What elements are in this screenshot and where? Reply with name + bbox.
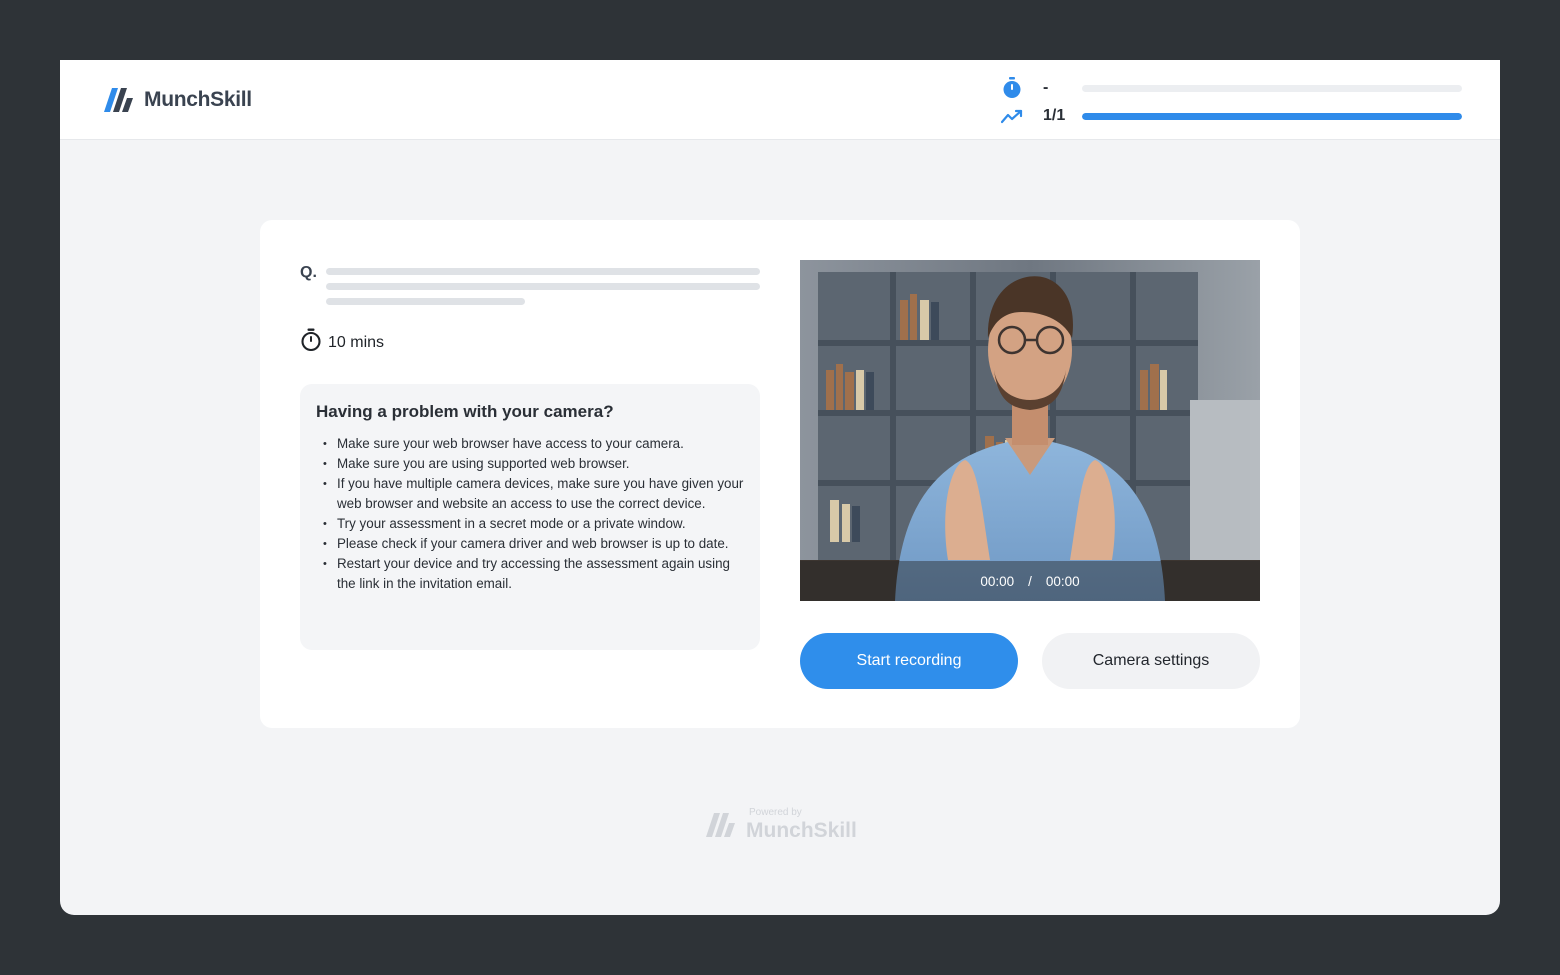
question-text: Q. [300, 264, 760, 305]
camera-feed-image [800, 260, 1260, 601]
current-time: 00:00 [980, 573, 1015, 589]
placeholder-line [326, 298, 525, 305]
timer-progress-row: - [1000, 74, 1462, 102]
help-item: Try your assessment in a secret mode or … [316, 514, 744, 534]
munchskill-logo-icon [706, 812, 735, 837]
question-progress-track [1082, 112, 1462, 120]
help-title: Having a problem with your camera? [316, 402, 614, 421]
timer-value: - [1043, 79, 1049, 96]
total-time: 00:00 [1045, 573, 1080, 589]
footer-brand-name: MunchSkill [746, 819, 857, 842]
duration-text: 10 mins [328, 333, 385, 351]
camera-settings-button[interactable]: Camera settings [1042, 633, 1260, 689]
powered-by-footer: Powered by MunchSkill [700, 808, 857, 841]
help-item: Make sure you are using supported web br… [316, 454, 744, 474]
video-timecode-bar: 00:00 / 00:00 [800, 561, 1260, 601]
camera-preview[interactable]: 00:00 / 00:00 [800, 260, 1260, 601]
timer-progress-track [1082, 84, 1462, 92]
munchskill-logo-icon [104, 88, 133, 112]
app-window: MunchSkill - 1/1 Q. 10 mins Having a pro… [60, 60, 1500, 915]
help-item: Make sure your web browser have access t… [316, 434, 744, 454]
help-item: Please check if your camera driver and w… [316, 534, 744, 554]
question-prefix: Q. [300, 264, 317, 281]
question-placeholder-lines [326, 268, 760, 313]
placeholder-line [326, 268, 760, 275]
question-progress-fill [1082, 112, 1462, 120]
camera-help-panel: Having a problem with your camera? Make … [300, 384, 760, 650]
help-item: Restart your device and try accessing th… [316, 554, 744, 594]
time-separator: / [1028, 573, 1032, 589]
top-bar: MunchSkill - 1/1 [60, 60, 1500, 140]
question-progress-row: 1/1 [1000, 102, 1462, 130]
stopwatch-icon [1000, 76, 1024, 100]
progress-block: - 1/1 [1000, 74, 1462, 130]
trend-line-icon [1000, 104, 1024, 128]
help-item: If you have multiple camera devices, mak… [316, 474, 744, 514]
brand-logo: MunchSkill [98, 86, 252, 114]
question-duration: 10 mins [300, 328, 384, 357]
powered-by-label: Powered by [749, 807, 802, 818]
help-list: Make sure your web browser have access t… [316, 434, 744, 594]
placeholder-line [326, 283, 760, 290]
question-count: 1/1 [1043, 107, 1066, 124]
question-card: Q. 10 mins Having a problem with your ca… [260, 220, 1300, 728]
brand-name: MunchSkill [144, 88, 252, 111]
stopwatch-outline-icon [300, 328, 322, 357]
start-recording-button[interactable]: Start recording [800, 633, 1018, 689]
